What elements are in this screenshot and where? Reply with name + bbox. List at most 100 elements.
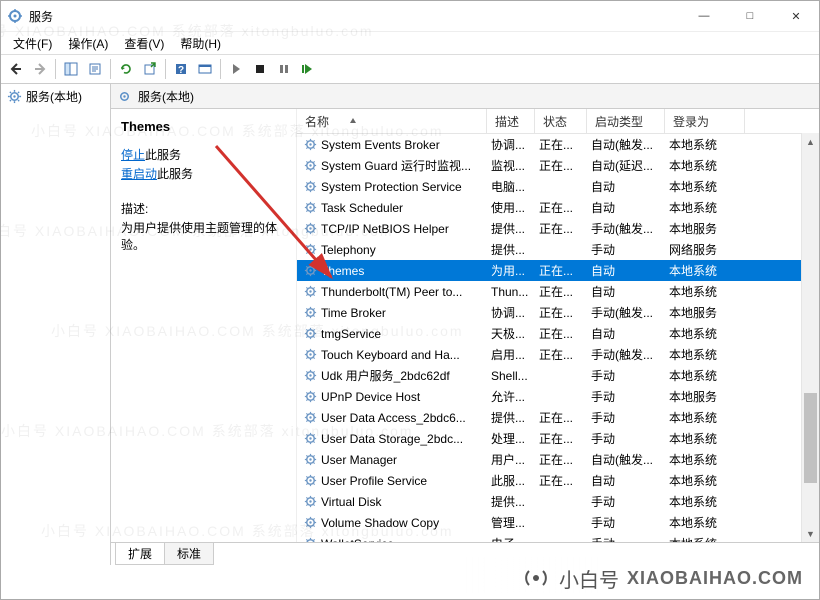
gear-icon — [303, 326, 318, 341]
separator — [220, 59, 221, 79]
service-row[interactable]: System Events Broker协调...正在...自动(触发...本地… — [297, 134, 819, 155]
cell-logon: 网络服务 — [665, 241, 735, 258]
menu-bar: 文件(F) 操作(A) 查看(V) 帮助(H) — [1, 32, 819, 54]
brand-name: 小白号 — [559, 564, 619, 593]
gear-icon — [303, 263, 318, 278]
service-row[interactable]: Virtual Disk提供...手动本地系统 — [297, 491, 819, 512]
scroll-up-icon[interactable]: ▲ — [802, 133, 819, 150]
cell-description: 处理... — [487, 430, 535, 447]
service-row[interactable]: Volume Shadow Copy管理...手动本地系统 — [297, 512, 819, 533]
stop-service-line: 停止此服务 — [121, 146, 286, 163]
back-button[interactable] — [5, 58, 27, 80]
cell-status: 正在... — [535, 136, 587, 153]
cell-logon: 本地系统 — [665, 262, 735, 279]
export-list-button[interactable] — [139, 58, 161, 80]
service-row[interactable]: Themes为用...正在...自动本地系统 — [297, 260, 819, 281]
cell-logon: 本地系统 — [665, 178, 735, 195]
nav-services-local[interactable]: 服务(本地) — [1, 84, 110, 109]
column-name[interactable]: 名称 — [297, 109, 487, 133]
cell-name: Thunderbolt(TM) Peer to... — [297, 284, 487, 299]
service-row[interactable]: Task Scheduler使用...正在...自动本地系统 — [297, 197, 819, 218]
tab-extended[interactable]: 扩展 — [115, 543, 165, 565]
service-row[interactable]: User Profile Service此服...正在...自动本地系统 — [297, 470, 819, 491]
stop-service-button[interactable] — [249, 58, 271, 80]
cell-description: 电子... — [487, 535, 535, 542]
gear-icon — [303, 137, 318, 152]
service-row[interactable]: User Data Access_2bdc6...提供...正在...手动本地系… — [297, 407, 819, 428]
service-row[interactable]: Udk 用户服务_2bdc62dfShell...手动本地系统 — [297, 365, 819, 386]
service-row[interactable]: User Data Storage_2bdc...处理...正在...手动本地系… — [297, 428, 819, 449]
column-status[interactable]: 状态 — [535, 109, 587, 133]
cell-name: User Manager — [297, 452, 487, 467]
main-pane: 服务(本地) Themes 停止此服务 重启动此服务 描述: 为用户提供使用主题… — [111, 84, 819, 565]
cell-startup: 自动 — [587, 283, 665, 300]
cell-name: Volume Shadow Copy — [297, 515, 487, 530]
window-title: 服务 — [29, 8, 681, 25]
cell-description: 天极... — [487, 325, 535, 342]
service-row[interactable]: Telephony提供...手动网络服务 — [297, 239, 819, 260]
services-window: 服务 — □ ✕ 文件(F) 操作(A) 查看(V) 帮助(H) ? — [0, 0, 820, 600]
gear-icon — [7, 89, 22, 104]
gear-icon — [303, 368, 318, 383]
cell-logon: 本地系统 — [665, 325, 735, 342]
stop-service-link[interactable]: 停止 — [121, 148, 145, 162]
service-row[interactable]: tmgService天极...正在...自动本地系统 — [297, 323, 819, 344]
cell-status: 正在... — [535, 472, 587, 489]
cell-status: 正在... — [535, 451, 587, 468]
service-row[interactable]: System Guard 运行时监视...监视...正在...自动(延迟...本… — [297, 155, 819, 176]
description-text: 为用户提供使用主题管理的体验。 — [121, 219, 286, 253]
cell-startup: 手动 — [587, 514, 665, 531]
service-row[interactable]: WalletService电子...手动本地系统 — [297, 533, 819, 542]
console-button[interactable] — [194, 58, 216, 80]
gear-icon — [303, 158, 318, 173]
service-row[interactable]: Time Broker协调...正在...手动(触发...本地服务 — [297, 302, 819, 323]
service-row[interactable]: Touch Keyboard and Ha...启用...正在...手动(触发.… — [297, 344, 819, 365]
cell-startup: 手动(触发... — [587, 346, 665, 363]
restart-service-link[interactable]: 重启动 — [121, 167, 157, 181]
service-row[interactable]: System Protection Service电脑...自动本地系统 — [297, 176, 819, 197]
cell-name: WalletService — [297, 536, 487, 542]
column-startup[interactable]: 启动类型 — [587, 109, 665, 133]
source-brand: 小白号 XIAOBAIHAO.COM — [461, 557, 809, 593]
broadcast-icon — [521, 563, 551, 593]
cell-status: 正在... — [535, 157, 587, 174]
cell-logon: 本地服务 — [665, 220, 735, 237]
main-content: Themes 停止此服务 重启动此服务 描述: 为用户提供使用主题管理的体验。 … — [111, 109, 819, 542]
cell-status: 正在... — [535, 346, 587, 363]
gear-icon — [303, 242, 318, 257]
column-logon[interactable]: 登录为 — [665, 109, 745, 133]
column-description[interactable]: 描述 — [487, 109, 535, 133]
minimize-button[interactable]: — — [681, 1, 727, 31]
cell-logon: 本地服务 — [665, 388, 735, 405]
close-button[interactable]: ✕ — [773, 1, 819, 31]
forward-button[interactable] — [29, 58, 51, 80]
cell-name: TCP/IP NetBIOS Helper — [297, 221, 487, 236]
maximize-button[interactable]: □ — [727, 1, 773, 31]
restart-service-button[interactable] — [297, 58, 319, 80]
service-list: 名称 描述 状态 启动类型 登录为 System Events Broker协调… — [297, 109, 819, 542]
menu-help[interactable]: 帮助(H) — [172, 33, 229, 54]
pause-service-button[interactable] — [273, 58, 295, 80]
cell-name: tmgService — [297, 326, 487, 341]
help-button[interactable]: ? — [170, 58, 192, 80]
refresh-button[interactable] — [115, 58, 137, 80]
vertical-scrollbar[interactable]: ▲ ▼ — [801, 133, 819, 542]
cell-startup: 自动 — [587, 262, 665, 279]
start-service-button[interactable] — [225, 58, 247, 80]
scroll-down-icon[interactable]: ▼ — [802, 525, 819, 542]
service-row[interactable]: Thunderbolt(TM) Peer to...Thun...正在...自动… — [297, 281, 819, 302]
cell-name: System Guard 运行时监视... — [297, 157, 487, 174]
cell-startup: 手动 — [587, 430, 665, 447]
cell-description: 此服... — [487, 472, 535, 489]
service-row[interactable]: TCP/IP NetBIOS Helper提供...正在...手动(触发...本… — [297, 218, 819, 239]
tab-standard[interactable]: 标准 — [164, 543, 214, 565]
menu-action[interactable]: 操作(A) — [60, 33, 116, 54]
service-row[interactable]: UPnP Device Host允许...手动本地服务 — [297, 386, 819, 407]
menu-file[interactable]: 文件(F) — [5, 33, 60, 54]
scroll-thumb[interactable] — [804, 393, 817, 483]
gear-icon — [303, 494, 318, 509]
show-hide-tree-button[interactable] — [60, 58, 82, 80]
service-row[interactable]: User Manager用户...正在...自动(触发...本地系统 — [297, 449, 819, 470]
menu-view[interactable]: 查看(V) — [116, 33, 172, 54]
properties-button[interactable] — [84, 58, 106, 80]
